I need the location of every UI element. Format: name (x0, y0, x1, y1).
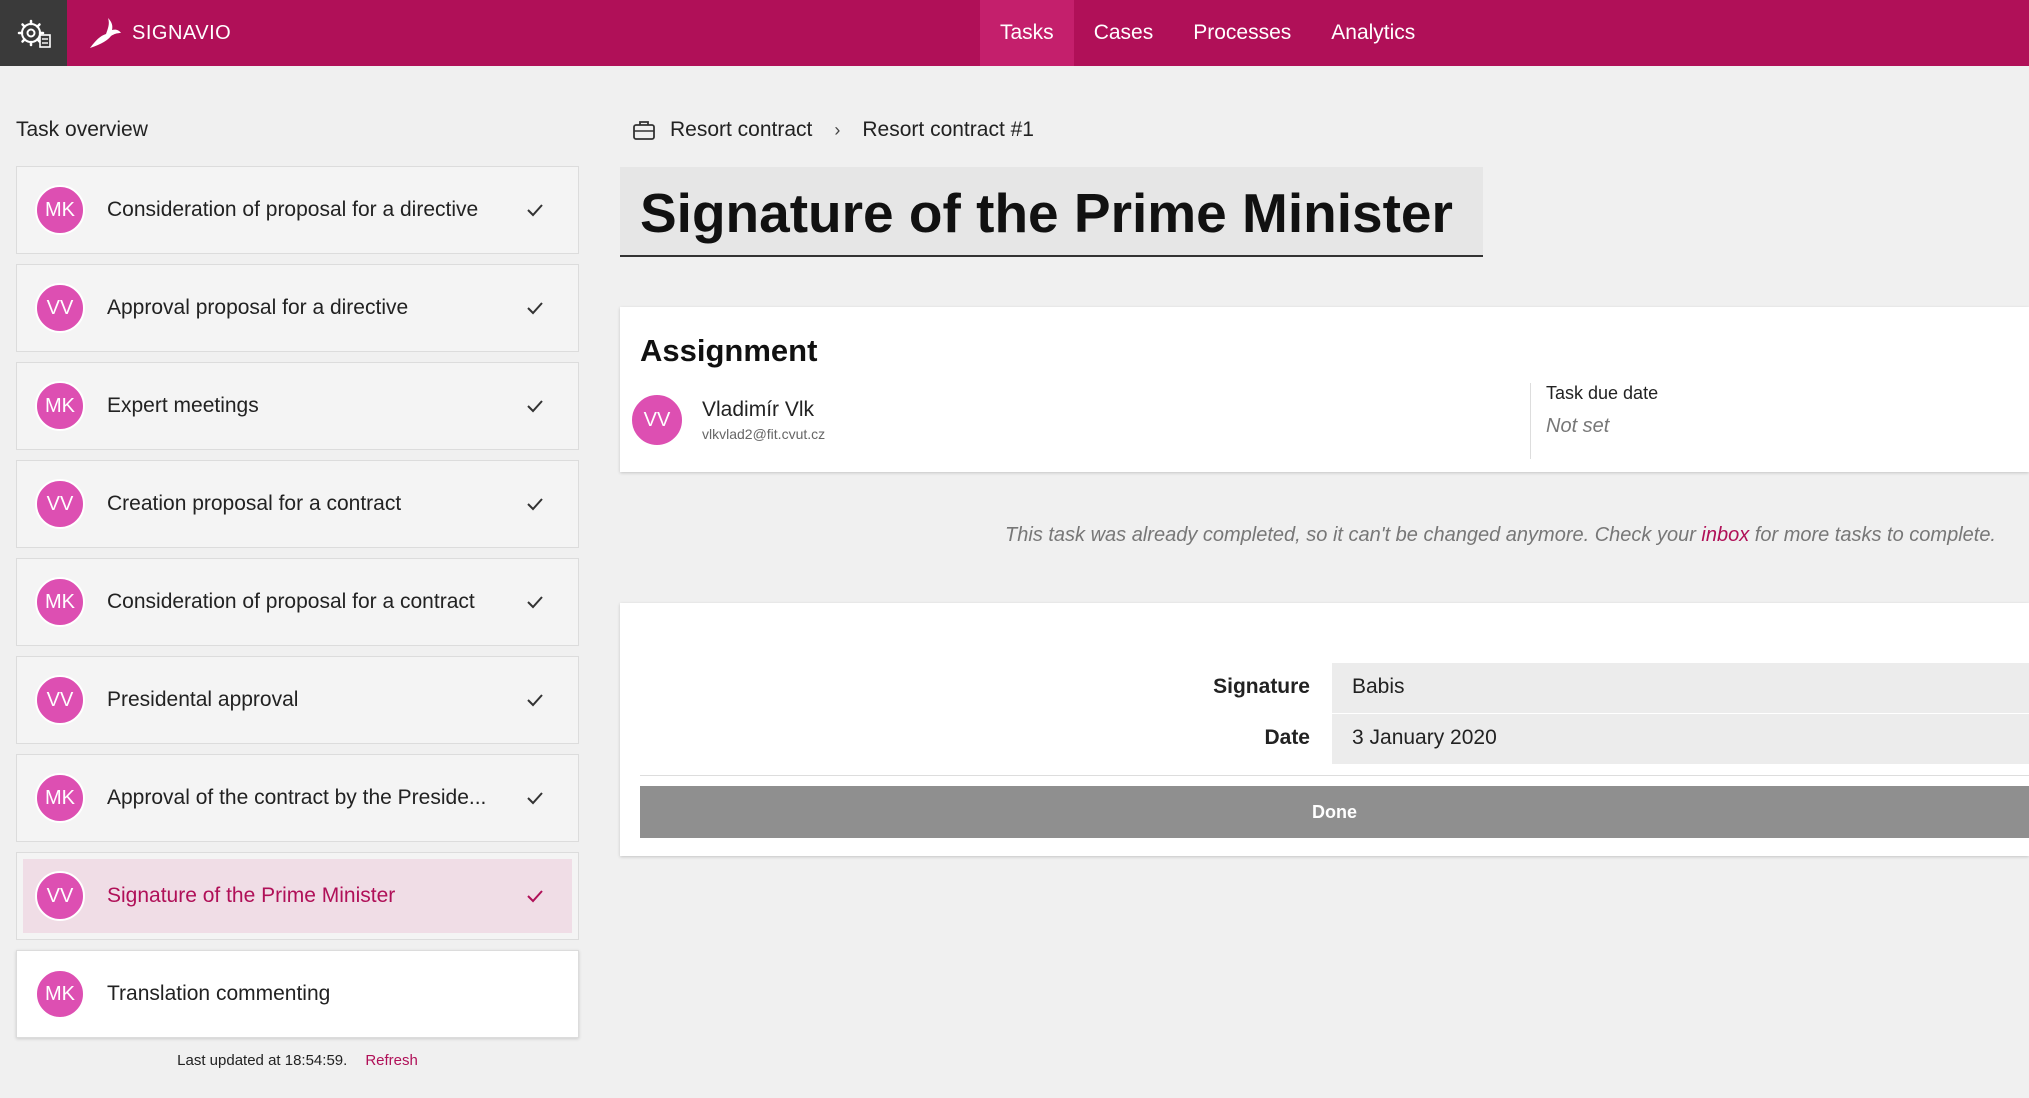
avatar: VV (35, 283, 85, 333)
divider (640, 775, 2029, 776)
task-label: Approval proposal for a directive (107, 296, 409, 319)
checkmark-icon (527, 694, 543, 707)
checkmark-icon (527, 792, 543, 805)
form-row-signature: Signature Babis (620, 663, 2029, 713)
nav-analytics[interactable]: Analytics (1311, 0, 1435, 66)
task-list: MK Consideration of proposal for a direc… (16, 166, 579, 1048)
page-title-box: Signature of the Prime Minister (620, 167, 1483, 257)
date-label: Date (1264, 726, 1310, 749)
assignee-info: Vladimír Vlk vlkvlad2@fit.cvut.cz (702, 398, 825, 442)
assignment-card: Assignment VV Vladimír Vlk vlkvlad2@fit.… (620, 307, 2029, 472)
due-date-label: Task due date (1546, 383, 1659, 403)
checkmark-icon (527, 302, 543, 315)
completed-note: This task was already completed, so it c… (860, 524, 1996, 547)
breadcrumb-case[interactable]: Resort contract #1 (862, 118, 1034, 142)
checkmark-icon (527, 204, 543, 217)
breadcrumb-process[interactable]: Resort contract (670, 118, 812, 142)
breadcrumb: Resort contract › Resort contract #1 (632, 118, 1034, 142)
task-label: Approval of the contract by the Preside.… (107, 786, 487, 809)
form-row-date: Date 3 January 2020 (620, 714, 2029, 764)
top-bar: SIGNAVIO Tasks Cases Processes Analytics (0, 0, 2029, 66)
page-title: Signature of the Prime Minister (640, 182, 1453, 244)
signature-field[interactable]: Babis (1332, 663, 2029, 713)
task-label: Consideration of proposal for a contract (107, 590, 475, 613)
avatar: MK (35, 969, 85, 1019)
nav-processes[interactable]: Processes (1173, 0, 1311, 66)
task-item[interactable]: MK Approval of the contract by the Presi… (16, 754, 579, 842)
nav-cases[interactable]: Cases (1074, 0, 1174, 66)
task-item[interactable]: MK Expert meetings (16, 362, 579, 450)
breadcrumb-separator: › (834, 119, 841, 140)
avatar: VV (630, 393, 684, 447)
task-item[interactable]: VV Approval proposal for a directive (16, 264, 579, 352)
avatar: VV (35, 871, 85, 921)
task-form-card: Signature Babis Date 3 January 2020 Done (620, 603, 2029, 856)
brand-logo[interactable]: SIGNAVIO (86, 0, 231, 66)
signature-label: Signature (1213, 675, 1310, 698)
task-label: Creation proposal for a contract (107, 492, 402, 515)
avatar: MK (35, 381, 85, 431)
avatar: MK (35, 185, 85, 235)
refresh-link[interactable]: Refresh (365, 1052, 418, 1069)
checkmark-icon (527, 498, 543, 511)
assignee-name: Vladimír Vlk (702, 398, 815, 421)
inbox-link[interactable]: inbox (1701, 524, 1749, 546)
avatar: VV (35, 675, 85, 725)
task-item[interactable]: MK Consideration of proposal for a contr… (16, 558, 579, 646)
briefcase-icon (633, 121, 655, 140)
task-label: Presidental approval (107, 688, 299, 711)
task-item-selected[interactable]: VV Signature of the Prime Minister (16, 852, 579, 940)
assignee[interactable]: VV Vladimír Vlk vlkvlad2@fit.cvut.cz (630, 393, 825, 447)
task-label: Consideration of proposal for a directiv… (107, 198, 479, 221)
task-item[interactable]: MK Consideration of proposal for a direc… (16, 166, 579, 254)
task-label: Translation commenting (107, 982, 331, 1005)
sidebar-title: Task overview (16, 118, 148, 141)
assignment-heading: Assignment (640, 333, 818, 368)
task-label: Signature of the Prime Minister (107, 884, 396, 907)
avatar: MK (35, 577, 85, 627)
checkmark-icon (527, 890, 543, 903)
gear-icon (17, 19, 51, 48)
avatar: MK (35, 773, 85, 823)
task-item[interactable]: VV Presidental approval (16, 656, 579, 744)
done-button[interactable]: Done (640, 786, 2029, 838)
settings-button[interactable] (0, 0, 67, 66)
completed-note-text: This task was already completed, so it c… (1005, 524, 1702, 546)
divider (1530, 383, 1531, 459)
task-item[interactable]: VV Creation proposal for a contract (16, 460, 579, 548)
due-date-value[interactable]: Not set (1546, 415, 1609, 438)
task-label: Expert meetings (107, 394, 259, 417)
date-field[interactable]: 3 January 2020 (1332, 714, 2029, 764)
task-item-open[interactable]: MK Translation commenting (16, 950, 579, 1038)
brand-name: SIGNAVIO (132, 21, 232, 44)
checkmark-icon (527, 400, 543, 413)
nav-tasks[interactable]: Tasks (980, 0, 1074, 66)
antelope-logo-icon (90, 18, 121, 48)
checkmark-icon (527, 596, 543, 609)
avatar: VV (35, 479, 85, 529)
assignee-email: vlkvlad2@fit.cvut.cz (702, 426, 826, 442)
main-nav: Tasks Cases Processes Analytics (980, 0, 1435, 66)
completed-note-text-end: for more tasks to complete. (1749, 524, 1996, 546)
last-updated-status: Last updated at 18:54:59. Refresh (16, 1052, 579, 1069)
last-updated-text: Last updated at 18:54:59. (177, 1052, 348, 1069)
